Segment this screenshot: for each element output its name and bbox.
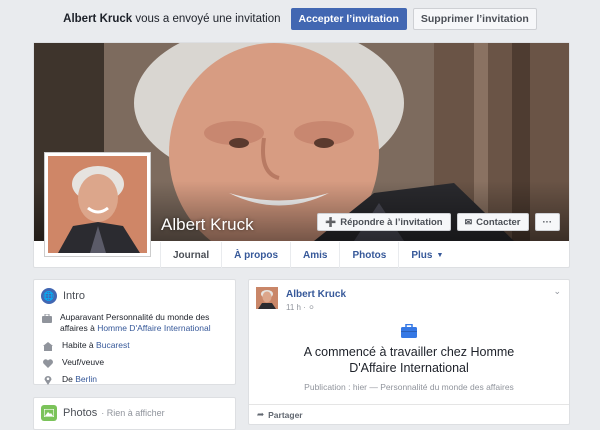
tab-label: À propos	[234, 249, 279, 261]
profile-picture[interactable]	[44, 152, 151, 257]
post-time-text: 11 h	[286, 303, 301, 312]
tab-label: Plus	[411, 249, 433, 261]
briefcase-icon	[401, 323, 417, 338]
invitation-message: vous a envoyé une invitation	[135, 13, 281, 25]
post-author[interactable]: Albert Kruck	[286, 289, 346, 301]
tab-label: Amis	[303, 249, 328, 261]
reply-invitation-label: Répondre à l’invitation	[340, 216, 443, 228]
post-actions: ➦ Partager	[249, 404, 569, 424]
photos-subtitle: · Rien à afficher	[101, 408, 165, 418]
post-body: A commencé à travailler chez Homme D'Aff…	[249, 316, 569, 392]
profile-picture-image	[48, 156, 147, 253]
delete-invitation-button[interactable]: Supprimer l’invitation	[412, 8, 537, 30]
timeline-post: Albert Kruck 11 h · ⚪ ⌄ A commencé à tra…	[248, 279, 570, 425]
lives-prefix: Habite à	[62, 340, 94, 350]
post-meta: Albert Kruck 11 h · ⚪	[286, 287, 346, 312]
message-icon: ✉	[464, 216, 473, 227]
photos-header: Photos · Rien à afficher	[34, 398, 235, 428]
intro-from: De Berlin	[34, 374, 235, 385]
accept-invitation-button[interactable]: Accepter l’invitation	[290, 8, 407, 30]
from-link[interactable]: Berlin	[75, 374, 97, 384]
intro-lives-text: Habite à Bucarest	[62, 340, 130, 351]
share-icon: ➦	[257, 409, 265, 419]
invitation-bar: Albert Kruck vous a envoyé une invitatio…	[0, 0, 600, 38]
location-pin-icon	[42, 375, 54, 385]
contact-label: Contacter	[476, 216, 521, 228]
profile-name: Albert Kruck	[161, 215, 254, 234]
share-label: Partager	[268, 409, 303, 420]
contact-button[interactable]: ✉ Contacter	[456, 213, 529, 231]
intro-relationship: Veuf/veuve	[34, 357, 235, 368]
work-link[interactable]: Homme D'Affaire International	[97, 323, 210, 333]
briefcase-icon	[42, 313, 52, 323]
tab-journal[interactable]: Journal	[160, 242, 221, 268]
share-button[interactable]: ➦ Partager	[257, 409, 303, 420]
intro-card: 🌐 Intro Auparavant Personnalité du monde…	[33, 279, 236, 385]
tab-photos[interactable]: Photos	[339, 242, 398, 268]
add-friend-icon: ➕	[324, 216, 337, 227]
intro-header: 🌐 Intro	[34, 280, 235, 312]
post-headline: A commencé à travailler chez Homme D'Aff…	[303, 345, 515, 375]
reply-invitation-button[interactable]: ➕ Répondre à l’invitation	[316, 213, 451, 231]
post-header: Albert Kruck 11 h · ⚪	[249, 280, 569, 316]
tab-about[interactable]: À propos	[221, 242, 290, 268]
more-options-label: ···	[542, 216, 553, 228]
intro-title: Intro	[63, 290, 86, 302]
tab-label: Journal	[173, 249, 210, 261]
post-subline: Publication : hier — Personnalité du mon…	[304, 382, 514, 392]
intro-from-text: De Berlin	[62, 374, 97, 385]
profile-tabs: Journal À propos Amis Photos Plus ▼	[160, 242, 455, 268]
from-prefix: De	[62, 374, 73, 384]
intro-relationship-text: Veuf/veuve	[62, 357, 105, 367]
intro-work-text: Auparavant Personnalité du monde des aff…	[60, 312, 227, 334]
more-options-button[interactable]: ···	[534, 213, 560, 231]
tab-label: Photos	[352, 249, 387, 261]
home-icon	[42, 341, 54, 351]
lives-link[interactable]: Bucarest	[96, 340, 130, 350]
cover-actions: ➕ Répondre à l’invitation ✉ Contacter ··…	[316, 213, 560, 231]
intro-lives: Habite à Bucarest	[34, 340, 235, 351]
invitation-text: Albert Kruck vous a envoyé une invitatio…	[63, 13, 280, 25]
heart-icon	[42, 358, 54, 368]
tab-more[interactable]: Plus ▼	[398, 242, 455, 268]
caret-down-icon: ▼	[436, 251, 444, 259]
photos-card: Photos · Rien à afficher	[33, 397, 236, 430]
chevron-down-icon[interactable]: ⌄	[553, 286, 561, 297]
globe-privacy-icon: ⚪	[308, 303, 315, 312]
globe-icon: 🌐	[41, 288, 57, 304]
photos-title[interactable]: Photos	[63, 407, 97, 419]
post-time[interactable]: 11 h · ⚪	[286, 303, 346, 312]
intro-work: Auparavant Personnalité du monde des aff…	[34, 312, 235, 334]
photos-title-text: Photos	[63, 407, 98, 419]
invitation-sender[interactable]: Albert Kruck	[63, 13, 132, 25]
photos-icon	[41, 405, 57, 421]
profile-header: Albert Kruck ➕ Répondre à l’invitation ✉…	[33, 42, 570, 268]
tab-friends[interactable]: Amis	[290, 242, 339, 268]
post-author-avatar[interactable]	[256, 287, 278, 309]
